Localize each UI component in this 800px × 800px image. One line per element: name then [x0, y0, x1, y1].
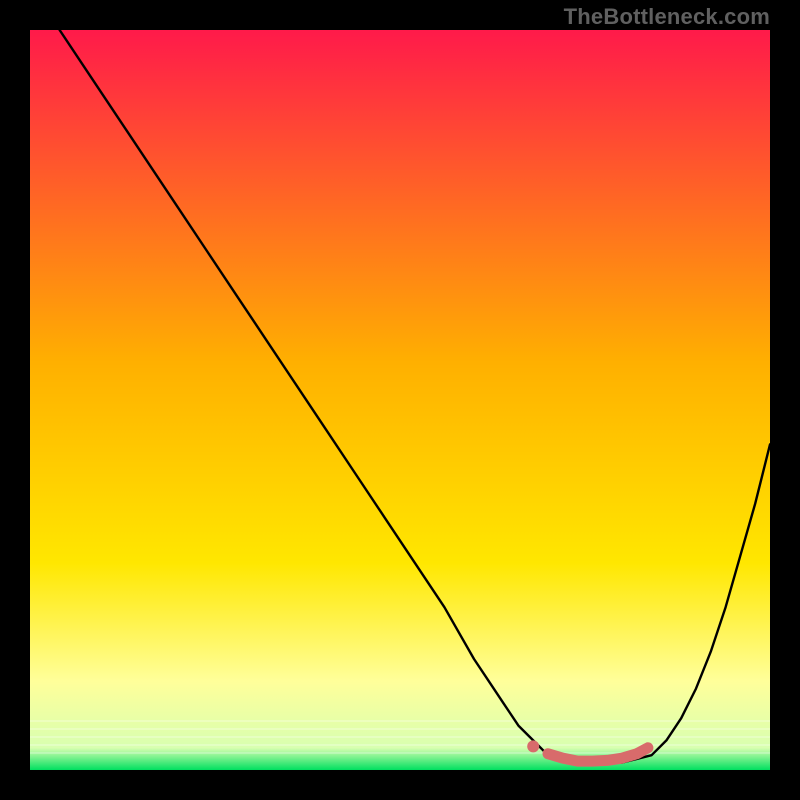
chart-frame: TheBottleneck.com [0, 0, 800, 800]
gradient-background [30, 30, 770, 770]
chart-plot-area [30, 30, 770, 770]
highlight-dot [527, 740, 539, 752]
chart-svg [30, 30, 770, 770]
attribution-text: TheBottleneck.com [564, 4, 770, 30]
